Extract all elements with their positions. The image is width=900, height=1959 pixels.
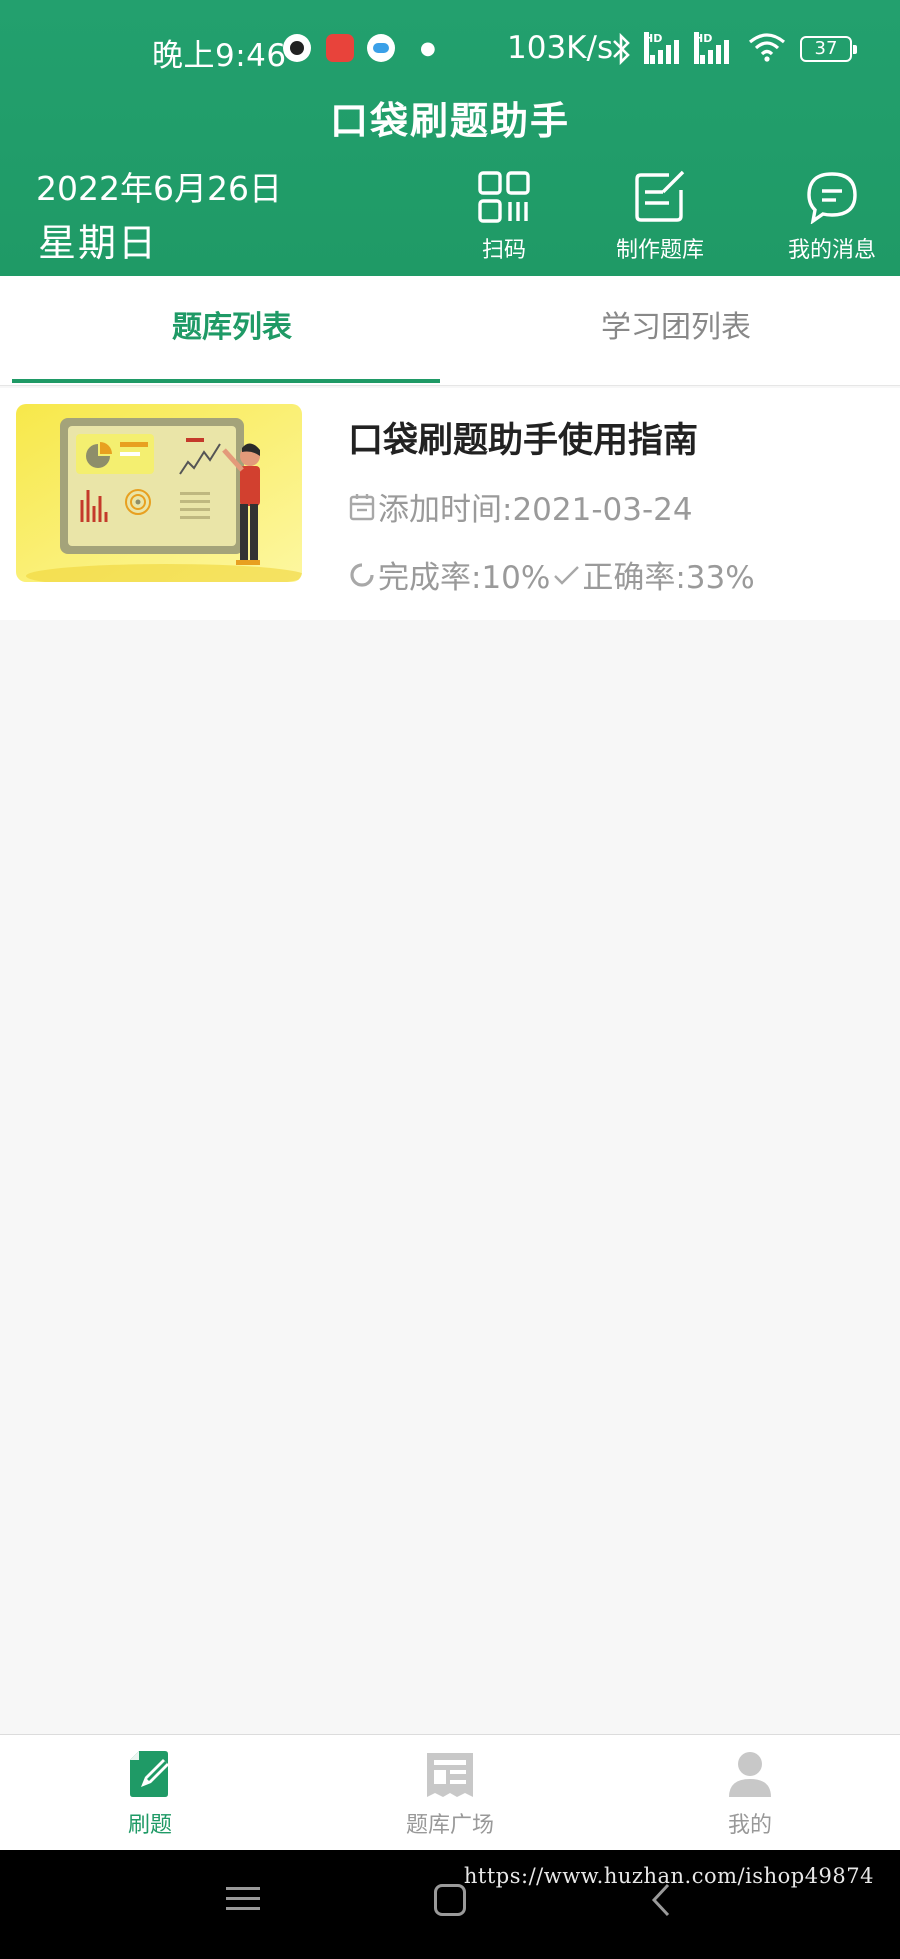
my-messages-label: 我的消息 [787, 238, 876, 263]
status-time: 晚上9:46 [152, 38, 287, 74]
edit-note-icon [635, 170, 685, 222]
nav-practice[interactable]: 刷题 [0, 1749, 300, 1839]
app-header: 晚上9:46 ● 103K/s HD HD 37 口袋刷题助手 2022年6月2… [0, 0, 900, 276]
progress-spinner-icon [350, 562, 374, 587]
scan-label: 扫码 [481, 238, 526, 263]
tab-bar: 题库列表 学习团列表 [0, 276, 900, 386]
bluetooth-icon [613, 32, 630, 66]
bank-square-icon [427, 1753, 473, 1797]
cell-signal-2-icon: HD [694, 32, 736, 64]
guide-thumbnail [16, 404, 302, 582]
status-bar: 晚上9:46 ● 103K/s HD HD 37 [0, 0, 900, 100]
my-messages-button[interactable]: 我的消息 [762, 170, 900, 264]
system-home-button[interactable] [434, 1884, 466, 1916]
chat-bubble-icon [807, 172, 857, 224]
nav-profile[interactable]: 我的 [600, 1749, 900, 1839]
bank-title: 口袋刷题助手使用指南 [348, 421, 699, 461]
nav-bank-square-label: 题库广场 [405, 1813, 494, 1838]
wifi-icon [748, 33, 786, 62]
news-app-icon [326, 34, 354, 62]
calendar-icon [349, 493, 375, 520]
bank-added-date: 添加时间:2021-03-24 [348, 484, 693, 529]
bottom-navigation: 刷题 题库广场 我的 [0, 1734, 900, 1850]
current-date: 2022年6月26日 [36, 169, 282, 208]
system-back-button[interactable] [646, 1882, 676, 1918]
question-bank-item[interactable]: 口袋刷题助手使用指南 添加时间:2021-03-24 完成率:10% 正确率:3… [0, 388, 900, 620]
checkmark-icon [554, 565, 580, 585]
profile-icon [729, 1752, 771, 1797]
network-speed: 103K/s [507, 30, 614, 66]
create-bank-button[interactable]: 制作题库 [590, 170, 730, 264]
bank-stats: 完成率:10% 正确率:33% [348, 552, 755, 597]
tab-question-bank-list[interactable]: 题库列表 [12, 276, 452, 386]
practice-icon [130, 1751, 169, 1797]
added-date-text: 添加时间:2021-03-24 [378, 492, 693, 528]
create-bank-label: 制作题库 [615, 238, 704, 263]
active-tab-indicator [12, 379, 440, 383]
nav-profile-label: 我的 [727, 1813, 772, 1838]
system-navigation-bar: https://www.huzhan.com/ishop49874 [0, 1850, 900, 1959]
completion-rate-text: 完成率:10% [378, 560, 551, 596]
nav-practice-label: 刷题 [127, 1813, 172, 1838]
tab-study-group-list[interactable]: 学习团列表 [456, 276, 896, 386]
system-menu-button[interactable] [226, 1880, 260, 1917]
current-weekday: 星期日 [38, 221, 159, 265]
app-title: 口袋刷题助手 [329, 99, 570, 143]
nav-bank-square[interactable]: 题库广场 [300, 1749, 600, 1839]
notification-app-icon [283, 34, 311, 62]
battery-indicator: 37 [800, 36, 857, 62]
more-notifications-dot-icon: ● [420, 38, 436, 59]
qr-scan-icon [478, 171, 530, 223]
cell-signal-icon: HD [644, 32, 686, 64]
scan-button[interactable]: 扫码 [434, 170, 574, 264]
accuracy-rate-text: 正确率:33% [582, 560, 755, 596]
cloud-app-icon [367, 34, 395, 62]
